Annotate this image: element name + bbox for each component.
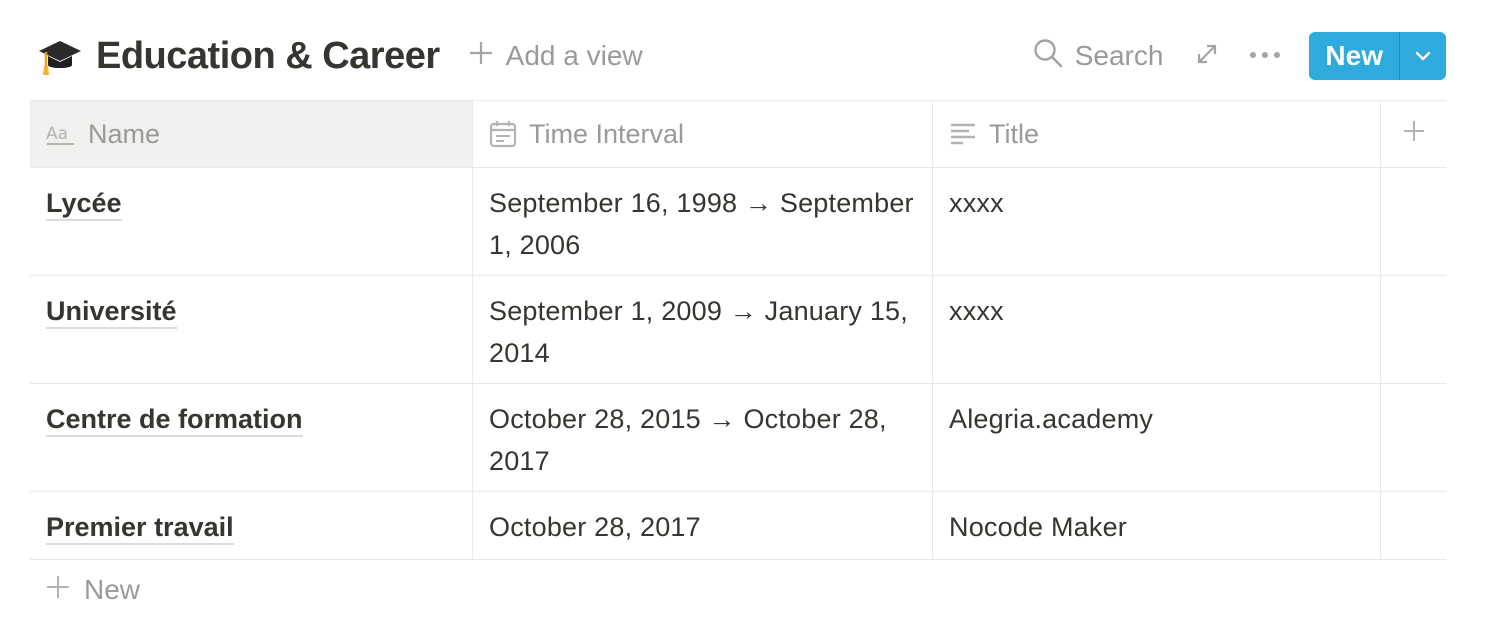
search-icon	[1033, 38, 1063, 75]
title-group: Education & Career Add a view	[30, 28, 643, 84]
page-title[interactable]: Education & Career	[96, 35, 440, 78]
column-header-title[interactable]: Title	[933, 101, 1381, 167]
row-name-link[interactable]: Centre de formation	[46, 404, 303, 437]
table-row[interactable]: Université September 1, 2009 → January 1…	[30, 276, 1446, 384]
title-cell[interactable]: Alegria.academy	[933, 384, 1381, 491]
title-value: xxxx	[949, 296, 1004, 326]
title-value: xxxx	[949, 188, 1004, 218]
row-name-link[interactable]: Lycée	[46, 188, 122, 221]
time-interval-cell[interactable]: September 16, 1998 → September 1, 2006	[473, 168, 933, 275]
name-cell[interactable]: Lycée	[30, 168, 473, 275]
table-row[interactable]: Centre de formation October 28, 2015 → O…	[30, 384, 1446, 492]
add-row-button[interactable]: New	[46, 568, 140, 612]
search-button[interactable]: Search	[1033, 38, 1164, 75]
time-interval-value: September 1, 2009 → January 15, 2014	[489, 296, 908, 368]
chevron-down-icon[interactable]	[1399, 32, 1446, 80]
empty-cell	[1381, 492, 1446, 559]
title-value: Nocode Maker	[949, 512, 1127, 542]
add-row-label: New	[84, 574, 141, 605]
search-label: Search	[1074, 40, 1164, 71]
time-interval-value: October 28, 2017	[489, 512, 701, 542]
table-row[interactable]: Premier travail October 28, 2017 Nocode …	[30, 492, 1446, 560]
more-options-icon[interactable]	[1249, 47, 1281, 65]
add-view-button[interactable]: Add a view	[468, 40, 643, 73]
database-table: Aa Name Time Interval Title Lycée Septem…	[30, 100, 1446, 560]
column-header-time-interval[interactable]: Time Interval	[473, 101, 933, 167]
empty-cell	[1381, 168, 1446, 275]
title-cell[interactable]: xxxx	[933, 168, 1381, 275]
time-interval-cell[interactable]: September 1, 2009 → January 15, 2014	[473, 276, 933, 383]
title-cell[interactable]: Nocode Maker	[933, 492, 1381, 559]
plus-icon	[1402, 119, 1426, 150]
add-property-button[interactable]	[1381, 101, 1446, 167]
time-interval-cell[interactable]: October 28, 2015 → October 28, 2017	[473, 384, 933, 491]
title-cell[interactable]: xxxx	[933, 276, 1381, 383]
add-view-label: Add a view	[505, 40, 643, 71]
time-interval-value: October 28, 2015 → October 28, 2017	[489, 404, 887, 476]
svg-text:Aa: Aa	[46, 124, 68, 144]
row-name-link[interactable]: Université	[46, 296, 177, 329]
column-header-label: Title	[989, 118, 1040, 149]
table-header-row: Aa Name Time Interval Title	[30, 100, 1446, 168]
name-cell[interactable]: Université	[30, 276, 473, 383]
new-button[interactable]: New	[1309, 32, 1399, 80]
text-property-icon: Aa	[46, 122, 76, 146]
calendar-icon	[489, 120, 517, 148]
empty-cell	[1381, 276, 1446, 383]
table-row[interactable]: Lycée September 16, 1998 → September 1, …	[30, 168, 1446, 276]
row-name-link[interactable]: Premier travail	[46, 512, 234, 545]
plus-icon	[468, 40, 494, 73]
new-split-button: New	[1309, 32, 1446, 80]
time-interval-cell[interactable]: October 28, 2017	[473, 492, 933, 559]
header-actions: Search New	[1033, 32, 1446, 80]
graduation-cap-icon[interactable]	[36, 32, 84, 80]
database-header: Education & Career Add a view Search New	[30, 28, 1446, 84]
column-header-name[interactable]: Aa Name	[30, 101, 473, 167]
column-header-label: Name	[88, 118, 161, 149]
title-value: Alegria.academy	[949, 404, 1154, 434]
name-cell[interactable]: Premier travail	[30, 492, 473, 559]
text-lines-icon	[949, 122, 977, 146]
column-header-label: Time Interval	[529, 118, 685, 149]
expand-icon[interactable]	[1195, 42, 1219, 71]
empty-cell	[1381, 384, 1446, 491]
plus-icon	[46, 574, 70, 606]
name-cell[interactable]: Centre de formation	[30, 384, 473, 491]
time-interval-value: September 16, 1998 → September 1, 2006	[489, 188, 914, 260]
